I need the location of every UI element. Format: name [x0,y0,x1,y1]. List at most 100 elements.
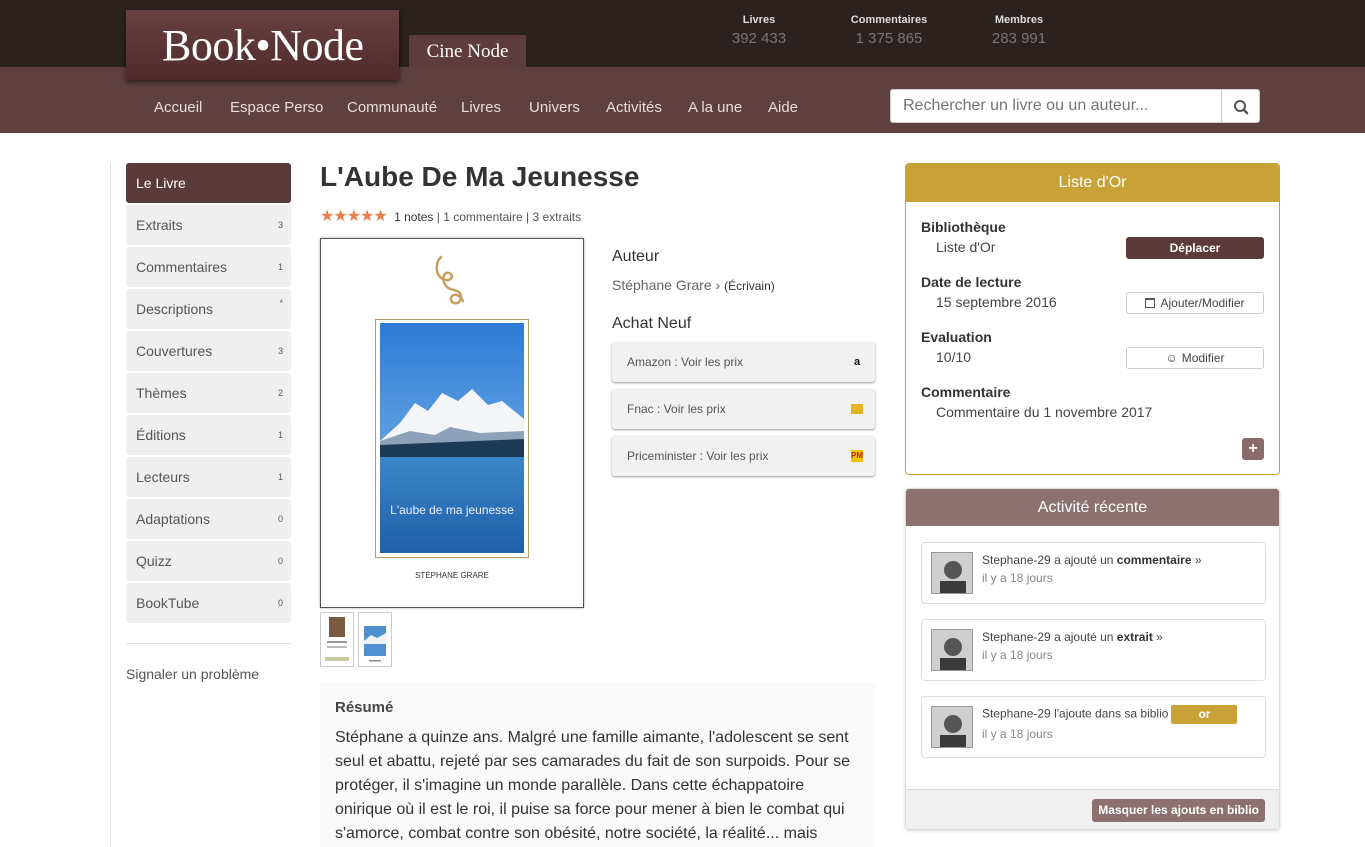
top-bar: Book•Node Cine Node Livres 392 433 Comme… [0,0,1365,80]
buy-priceminister-button[interactable]: Priceminister : Voir les prix PM [612,436,875,476]
sidebar-item-count: 0 [277,598,283,608]
sidebar-item-count: 1 [277,472,283,482]
activity-footer: Masquer les ajouts en biblio [906,789,1279,829]
sidebar-item-lecteurs[interactable]: Lecteurs 1 [126,457,291,497]
comment-value[interactable]: Commentaire du 1 novembre 2017 [936,404,1152,420]
sidebar-item-count: 0 [277,514,283,524]
nav-a-la-une[interactable]: A la une [688,99,742,116]
sidebar-item-label: Adaptations [136,511,210,527]
activity-action: l'ajoute dans sa biblio [1050,706,1169,721]
bibliotheque-value: Liste d'Or [936,239,996,255]
hide-library-additions-button[interactable]: Masquer les ajouts en biblio [1092,799,1265,822]
add-button[interactable]: + [1242,438,1264,460]
bibliotheque-label: Bibliothèque [921,219,1006,235]
activity-user[interactable]: Stephane-29 [982,707,1051,721]
buy-label: Priceminister : Voir les prix [627,449,769,463]
buy-amazon-button[interactable]: Amazon : Voir les prix a [612,342,875,382]
sidebar-item-descriptions[interactable]: Descriptions * [126,289,291,329]
cover-author: STÉPHANE GRARE [415,571,489,580]
recent-activity-panel: Activité récente Stephane-29 a ajouté un… [905,488,1280,830]
sidebar-item-adaptations[interactable]: Adaptations 0 [126,499,291,539]
stat-label: Commentaires [850,14,928,26]
sidebar-item-count: 3 [277,346,283,356]
search-button[interactable] [1221,89,1260,123]
activity-item[interactable]: Stephane-29 a ajouté un extrait » il y a… [921,619,1266,681]
cinenode-tab[interactable]: Cine Node [409,35,526,67]
book-sidebar: Le Livre Extraits 3 Commentaires 1 Descrip… [126,163,291,625]
sidebar-item-quizz[interactable]: Quizz 0 [126,541,291,581]
sidebar-divider [110,163,111,847]
liste-or-panel: Liste d'Or Bibliothèque Liste d'Or Dépla… [905,163,1280,475]
avatar[interactable] [931,629,973,671]
sidebar-item-couvertures[interactable]: Couvertures 3 [126,331,291,371]
book-cover[interactable]: L'aube de ma jeunesse STÉPHANE GRARE [320,238,584,608]
separator: | [436,210,440,224]
reading-date-value: 15 septembre 2016 [936,294,1057,310]
sidebar-item-label: BookTube [136,595,200,611]
stat-value: 392 433 [731,30,787,47]
avatar[interactable] [931,552,973,594]
notes-count[interactable]: 1 notes [394,210,433,224]
buy-label: Fnac : Voir les prix [627,402,726,416]
search-input[interactable] [890,89,1222,123]
cover-thumbnail-1[interactable] [320,612,354,667]
button-label: Modifier [1181,351,1225,365]
activity-item[interactable]: Stephane-29 l'ajoute dans sa biblio or il… [921,696,1266,758]
plus-icon: + [1248,440,1258,457]
modify-evaluation-button[interactable]: ☺ Modifier [1126,347,1264,369]
sidebar-item-count: 3 [277,220,283,230]
nav-espace-perso[interactable]: Espace Perso [230,99,323,116]
author-heading: Auteur [612,248,660,265]
lea-logo-icon [435,255,465,305]
sidebar-item-label: Extraits [136,217,183,233]
sidebar-item-label: Éditions [136,427,186,443]
sidebar-item-le-livre[interactable]: Le Livre [126,163,291,203]
sidebar-item-label: Couvertures [136,343,213,359]
activity-object[interactable]: commentaire [1117,553,1192,567]
comment-label: Commentaire [921,384,1011,400]
activity-object[interactable]: extrait [1117,630,1153,644]
calendar-icon [1145,298,1156,308]
booknode-logo[interactable]: Book•Node [126,10,399,80]
nav-livres[interactable]: Livres [461,99,501,116]
activity-time: il y a 18 jours [982,648,1053,662]
reading-date-label: Date de lecture [921,274,1022,290]
author-link[interactable]: Stéphane Grare [612,277,712,293]
activity-item[interactable]: Stephane-29 a ajouté un commentaire » il… [921,542,1266,604]
separator: | [525,210,530,224]
thumbnail-image [364,626,386,662]
sidebar-item-count: 0 [277,556,283,566]
sidebar-item-label: Le Livre [136,175,186,191]
priceminister-icon: PM [851,450,863,462]
sidebar-item-label: Descriptions [136,301,214,317]
report-problem-link[interactable]: Signaler un problème [126,666,259,682]
sidebar-item-commentaires[interactable]: Commentaires 1 [126,247,291,287]
buy-label: Amazon : Voir les prix [627,355,744,369]
extracts-link[interactable]: 3 extraits [532,210,581,224]
sidebar-item-themes[interactable]: Thèmes 2 [126,373,291,413]
sidebar-item-booktube[interactable]: BookTube 0 [126,583,291,623]
activity-text: Stephane-29 a ajouté un extrait » [982,630,1163,644]
stat-label: Membres [994,14,1044,26]
nav-univers[interactable]: Univers [529,99,580,116]
cover-thumbnail-2[interactable] [358,612,392,667]
nav-communaute[interactable]: Communauté [347,99,437,116]
activity-action: a ajouté un [1050,630,1117,644]
sidebar-item-count: * [279,298,283,308]
status-badge: or [1171,705,1238,724]
nav-accueil[interactable]: Accueil [154,99,202,116]
summary-section: Résumé Stéphane a quinze ans. Malgré une… [320,683,875,847]
chevron-right-icon: » [1152,630,1163,644]
buy-fnac-button[interactable]: Fnac : Voir les prix [612,389,875,429]
avatar[interactable] [931,706,973,748]
smiley-icon: ☺ [1165,351,1178,365]
comments-link[interactable]: 1 commentaire [443,210,522,224]
move-button[interactable]: Déplacer [1126,237,1264,259]
sidebar-item-editions[interactable]: Éditions 1 [126,415,291,455]
sidebar-item-extraits[interactable]: Extraits 3 [126,205,291,245]
activity-user[interactable]: Stephane-29 [982,630,1051,644]
nav-aide[interactable]: Aide [768,99,798,116]
nav-activites[interactable]: Activités [606,99,662,116]
add-modify-date-button[interactable]: Ajouter/Modifier [1126,292,1264,314]
activity-user[interactable]: Stephane-29 [982,553,1051,567]
